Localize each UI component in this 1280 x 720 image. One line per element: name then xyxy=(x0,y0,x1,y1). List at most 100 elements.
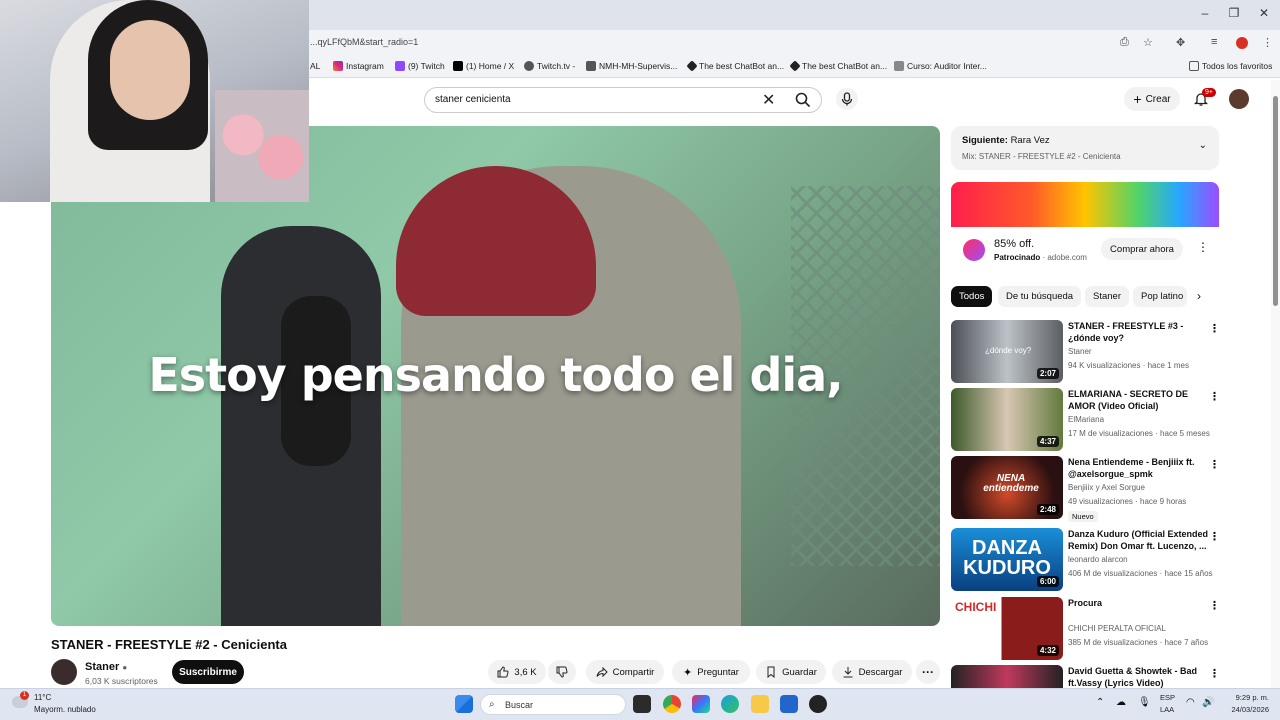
up-next-panel[interactable]: Siguiente: Rara Vez Mix: STANER - FREEST… xyxy=(951,126,1219,170)
rec-title[interactable]: Nena Entiendeme - Benjiiix ft. @axelsorg… xyxy=(1068,456,1208,480)
profile-icon[interactable] xyxy=(1236,37,1248,49)
verified-icon: ● xyxy=(122,663,128,672)
bookmark-item[interactable]: Curso: Auditor Inter... xyxy=(894,61,987,71)
rec-channel[interactable]: leonardo alarcon xyxy=(1068,555,1128,564)
bookmark-item[interactable]: AL xyxy=(310,61,320,71)
voice-search-button[interactable] xyxy=(836,88,858,110)
video-thumbnail[interactable] xyxy=(951,665,1063,688)
chevron-down-icon[interactable]: ⌄ xyxy=(1199,140,1207,151)
rec-channel[interactable]: CHICHI PERALTA OFICIAL xyxy=(1068,624,1166,633)
save-button[interactable]: Guardar xyxy=(756,660,826,684)
bookmark-item[interactable]: Instagram xyxy=(333,61,384,71)
rec-channel[interactable]: Benjiiix y Axel Sorgue xyxy=(1068,483,1145,492)
taskbar-search[interactable]: ⌕ Buscar xyxy=(480,694,626,715)
input-language[interactable]: ESP xyxy=(1160,693,1175,702)
edge-icon[interactable] xyxy=(721,695,739,713)
more-vertical-icon[interactable]: ⋮ xyxy=(1209,390,1220,403)
more-actions-button[interactable]: ··· xyxy=(916,660,940,684)
ask-button[interactable]: ✦ Preguntar xyxy=(672,660,750,684)
list-item[interactable]: NENA entiendeme 2:48 Nena Entiendeme - B… xyxy=(951,456,1231,522)
bookmark-item[interactable]: Twitch.tv - xyxy=(524,61,575,71)
extensions-icon[interactable]: ✥ xyxy=(1176,36,1185,49)
menu-dots-icon[interactable]: ⋮ xyxy=(1262,36,1273,49)
bookmark-item[interactable]: The best ChatBot an... xyxy=(789,60,887,72)
more-vertical-icon[interactable]: ⋮ xyxy=(1209,458,1220,471)
rec-meta: 49 visualizaciones · hace 9 horas xyxy=(1068,497,1187,506)
dislike-button[interactable] xyxy=(548,660,576,684)
rec-channel[interactable]: ElMariana xyxy=(1068,415,1104,424)
store-icon[interactable] xyxy=(780,695,798,713)
clock-time[interactable]: 9:29 p. m. xyxy=(1225,693,1269,702)
microphone-icon[interactable]: 🎙 xyxy=(1138,697,1151,708)
rec-channel[interactable]: Staner xyxy=(1068,347,1092,356)
all-bookmarks[interactable]: Todos los favoritos xyxy=(1189,61,1272,71)
scrollbar-thumb[interactable] xyxy=(1273,96,1278,306)
install-icon[interactable]: ⎙ xyxy=(1120,36,1129,49)
copilot-icon[interactable] xyxy=(692,695,710,713)
input-region[interactable]: LAA xyxy=(1160,705,1174,714)
channel-avatar[interactable] xyxy=(51,659,77,685)
more-vertical-icon[interactable]: ⋮ xyxy=(1209,322,1220,335)
maximize-icon[interactable]: ❐ xyxy=(1219,6,1249,20)
more-vertical-icon[interactable]: ⋮ xyxy=(1209,667,1220,680)
download-button[interactable]: Descargar xyxy=(832,660,912,684)
clear-search-icon[interactable]: ✕ xyxy=(762,90,775,110)
video-thumbnail[interactable]: CHICHI 4:32 xyxy=(951,597,1063,660)
subscriber-count: 6,03 K suscriptores xyxy=(85,676,158,686)
bookmark-item[interactable]: (9) Twitch xyxy=(395,61,445,71)
rec-title[interactable]: Procura xyxy=(1068,597,1208,609)
search-input[interactable]: staner cenicienta ✕ xyxy=(424,87,822,113)
chip-de-tu-busqueda[interactable]: De tu búsqueda xyxy=(998,286,1082,307)
chrome-icon[interactable] xyxy=(663,695,681,713)
video-caption: Estoy pensando todo el dia, xyxy=(148,348,843,402)
clock-date[interactable]: 24/03/2026 xyxy=(1225,705,1269,714)
like-button[interactable]: 3,6 K xyxy=(488,660,546,684)
rec-title[interactable]: ELMARIANA - SECRETO DE AMOR (Video Ofici… xyxy=(1068,388,1208,412)
bookmark-item[interactable]: The best ChatBot an... xyxy=(686,60,784,72)
weather-temp[interactable]: 11°C xyxy=(34,693,51,702)
minimize-icon[interactable]: – xyxy=(1190,6,1220,20)
subscribe-button[interactable]: Suscribirme xyxy=(172,660,244,684)
windows-start-icon[interactable] xyxy=(455,695,473,713)
list-item[interactable]: David Guetta & Showtek - Bad ft.Vassy (L… xyxy=(951,665,1231,688)
account-avatar[interactable] xyxy=(1229,89,1249,109)
channel-name[interactable]: Staner ● xyxy=(85,661,127,673)
search-icon[interactable] xyxy=(795,92,811,108)
video-thumbnail[interactable]: ¿dónde voy? 2:07 xyxy=(951,320,1063,383)
app-icon[interactable] xyxy=(809,695,827,713)
url-text[interactable]: ...qyLFfQbM&start_radio=1 xyxy=(310,37,418,47)
video-thumbnail[interactable]: DANZA KUDURO 6:00 xyxy=(951,528,1063,591)
rec-title[interactable]: Danza Kuduro (Official Extended Remix) D… xyxy=(1068,528,1208,552)
list-item[interactable]: DANZA KUDURO 6:00 Danza Kuduro (Official… xyxy=(951,528,1231,592)
bookmark-item[interactable]: NMH-MH-Supervis... xyxy=(586,61,677,71)
video-thumbnail[interactable]: 4:37 xyxy=(951,388,1063,451)
chip-todos[interactable]: Todos xyxy=(951,286,993,307)
more-vertical-icon[interactable]: ⋮ xyxy=(1197,240,1209,254)
ad-banner-image[interactable] xyxy=(951,182,1219,227)
task-view-icon[interactable] xyxy=(633,695,651,713)
rec-title[interactable]: David Guetta & Showtek - Bad ft.Vassy (L… xyxy=(1068,665,1208,688)
chevron-right-icon[interactable]: › xyxy=(1197,289,1201,303)
share-button[interactable]: Compartir xyxy=(586,660,664,684)
close-window-icon[interactable]: ✕ xyxy=(1249,6,1279,20)
list-item[interactable]: CHICHI 4:32 Procura CHICHI PERALTA OFICI… xyxy=(951,597,1231,661)
ad-cta-button[interactable]: Comprar ahora xyxy=(1101,238,1183,260)
wifi-icon[interactable]: ◠ xyxy=(1186,697,1195,708)
file-explorer-icon[interactable] xyxy=(751,695,769,713)
more-vertical-icon[interactable]: ⋮ xyxy=(1209,530,1220,543)
bookmark-item[interactable]: (1) Home / X xyxy=(453,61,514,71)
volume-icon[interactable]: 🔊 xyxy=(1202,697,1214,708)
bookmark-star-icon[interactable]: ☆ xyxy=(1143,36,1153,49)
media-icon[interactable]: ≡ xyxy=(1211,36,1217,48)
tray-chevron-icon[interactable]: ⌃ xyxy=(1096,697,1104,708)
cloud-sync-icon[interactable]: ☁ xyxy=(1116,697,1126,708)
list-item[interactable]: ¿dónde voy? 2:07 STANER - FREESTYLE #3 -… xyxy=(951,320,1231,384)
list-item[interactable]: 4:37 ELMARIANA - SECRETO DE AMOR (Video … xyxy=(951,388,1231,452)
video-thumbnail[interactable]: NENA entiendeme 2:48 xyxy=(951,456,1063,519)
chip-staner[interactable]: Staner xyxy=(1085,286,1129,307)
weather-status[interactable]: Mayorm. nublado xyxy=(34,705,96,714)
rec-title[interactable]: STANER - FREESTYLE #3 - ¿dónde voy? xyxy=(1068,320,1208,344)
more-vertical-icon[interactable]: ⋮ xyxy=(1209,599,1220,612)
chip-pop-latino[interactable]: Pop latino xyxy=(1133,286,1187,307)
create-button[interactable]: + Crear xyxy=(1124,87,1180,111)
